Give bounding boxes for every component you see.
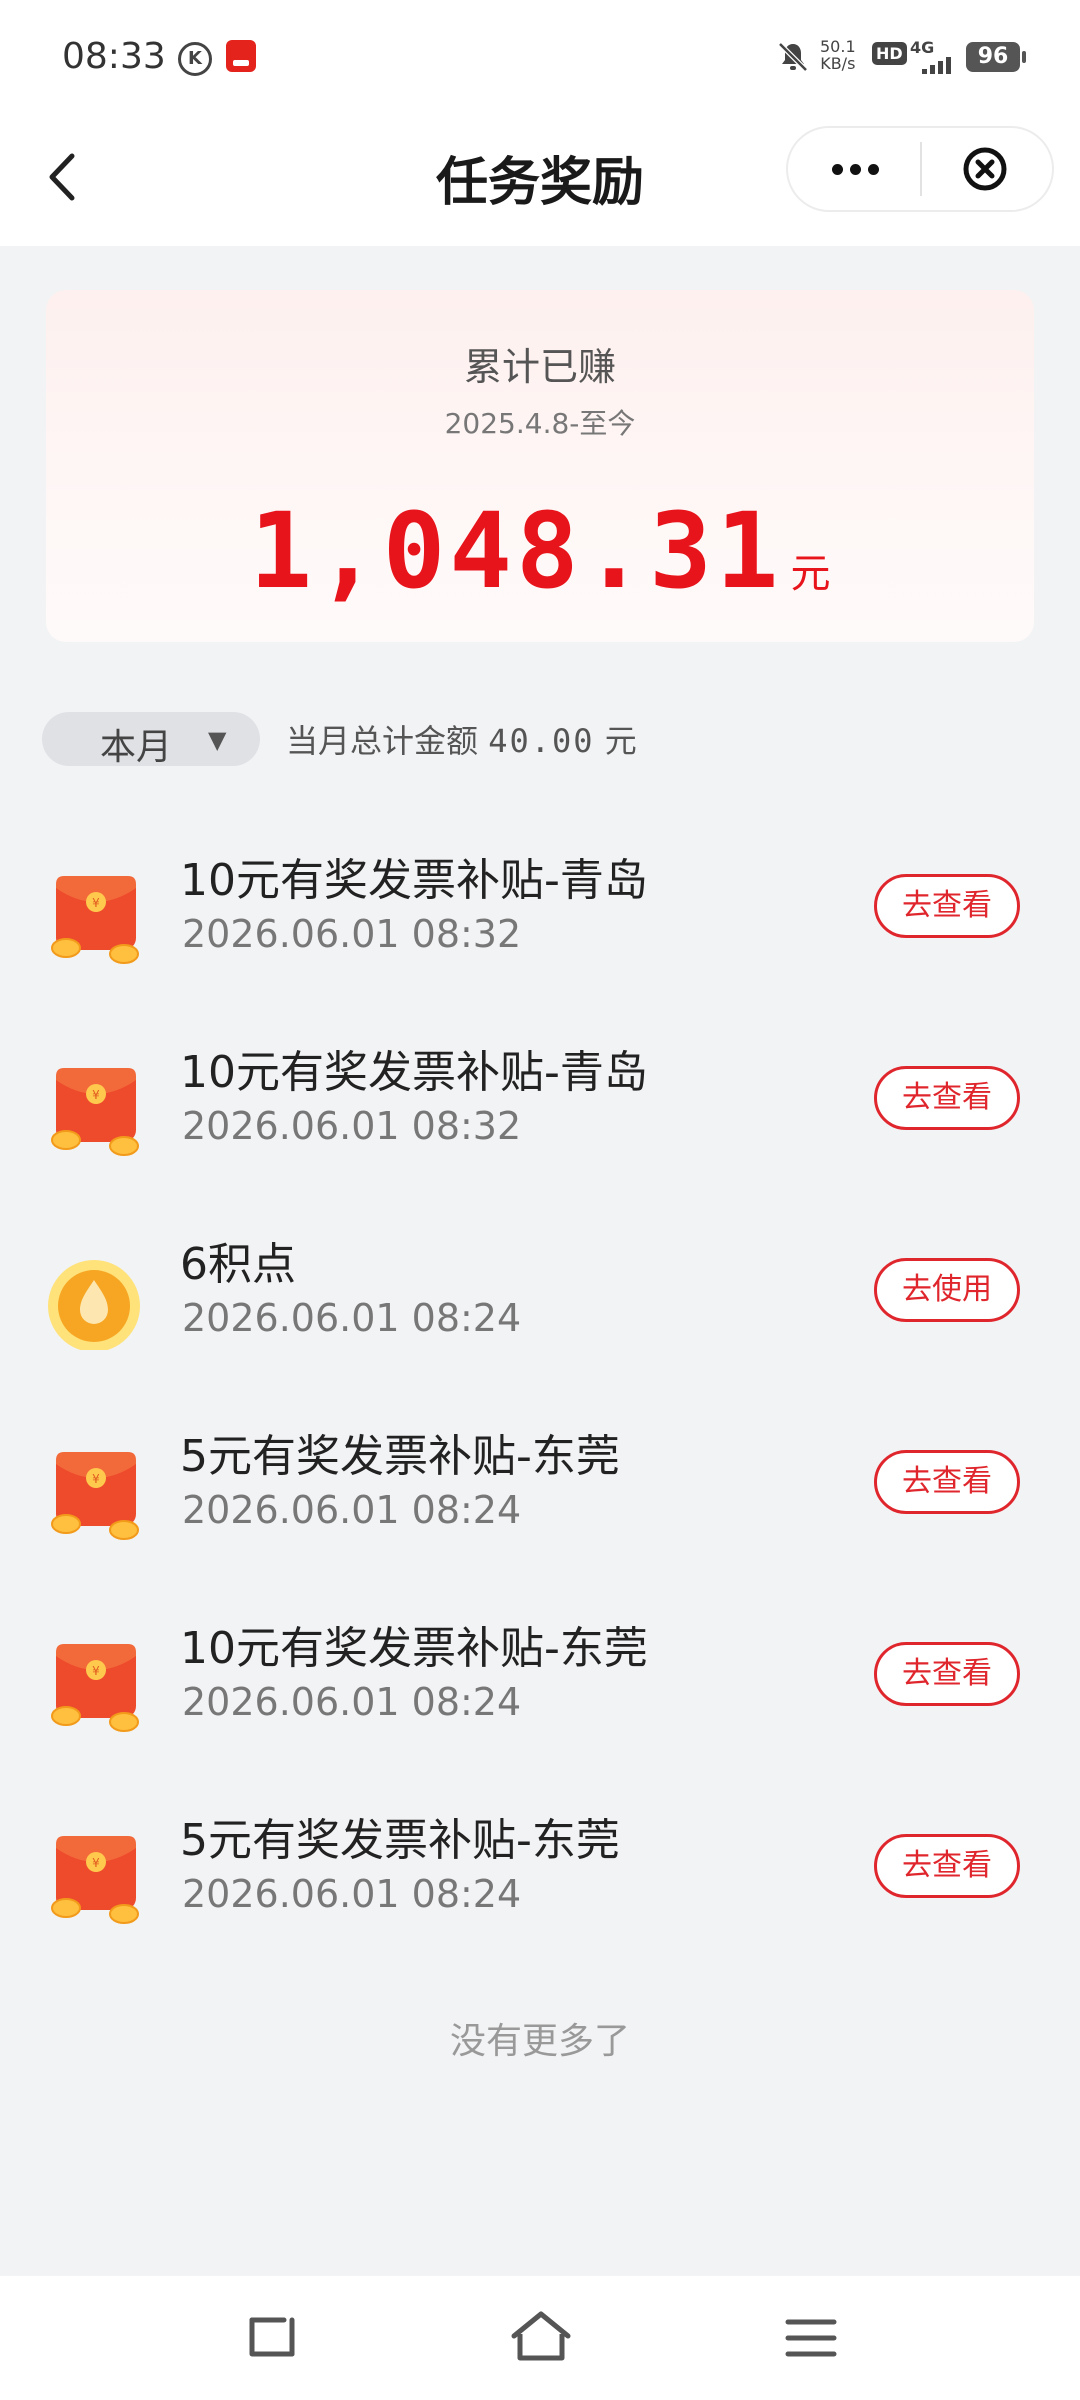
red-envelope-icon: ¥ <box>51 1068 139 1156</box>
list-item: ¥ 5元有奖发票补贴-东莞 2026.06.01 08:24 去查看 <box>0 1382 1080 1572</box>
reward-title: 6积点 <box>180 1239 296 1290</box>
summary-unit: 元 <box>790 551 831 597</box>
list-item: ¥ 10元有奖发票补贴-青岛 2026.06.01 08:32 去查看 <box>0 806 1080 996</box>
summary-label: 累计已赚 <box>463 345 616 389</box>
red-envelope-icon: ¥ <box>51 1452 139 1540</box>
svg-text:¥: ¥ <box>92 1088 100 1102</box>
hd-badge: HD <box>872 42 907 65</box>
signal-icon <box>914 54 958 74</box>
use-button[interactable]: 去使用 <box>874 1258 1020 1322</box>
red-envelope-icon: ¥ <box>51 876 139 964</box>
more-dot <box>850 164 861 175</box>
reward-time: 2026.06.01 08:24 <box>182 1872 522 1916</box>
reward-time: 2026.06.01 08:32 <box>182 1104 522 1148</box>
status-bar: 08:33 K 50.1 KB/s HD 4G 96 <box>0 0 1080 112</box>
view-button[interactable]: 去查看 <box>874 1450 1020 1514</box>
svg-text:¥: ¥ <box>92 1856 100 1870</box>
view-button[interactable]: 去查看 <box>874 874 1020 938</box>
red-envelope-icon: ¥ <box>51 1836 139 1924</box>
svg-text:¥: ¥ <box>92 896 100 910</box>
network-speed-unit: KB/s <box>820 54 856 73</box>
close-button[interactable] <box>922 128 1052 210</box>
reward-time: 2026.06.01 08:32 <box>182 912 522 956</box>
red-app-icon <box>226 40 256 72</box>
month-total: 当月总计金额 40.00 元 <box>286 716 637 762</box>
list-item: ¥ 5元有奖发票补贴-东莞 2026.06.01 08:24 去查看 <box>0 1766 1080 1956</box>
svg-text:¥: ¥ <box>92 1664 100 1678</box>
list-item: 6积点 2026.06.01 08:24 去使用 <box>0 1190 1080 1380</box>
reward-title: 10元有奖发票补贴-青岛 <box>180 1047 648 1098</box>
view-button[interactable]: 去查看 <box>874 1834 1020 1898</box>
status-time: 08:33 <box>62 36 166 77</box>
close-circle-icon <box>963 147 1007 191</box>
system-nav-bar <box>0 2276 1080 2400</box>
month-filter-label: 本月 <box>100 727 173 768</box>
reward-title: 5元有奖发票补贴-东莞 <box>180 1431 620 1482</box>
back-nav-icon <box>249 2317 295 2357</box>
reward-title: 5元有奖发票补贴-东莞 <box>180 1815 620 1866</box>
earnings-summary-card: 累计已赚 2025.4.8-至今 1,048.31 元 <box>46 290 1034 642</box>
month-total-prefix: 当月总计金额 <box>286 722 479 760</box>
list-item: ¥ 10元有奖发票补贴-青岛 2026.06.01 08:32 去查看 <box>0 998 1080 1188</box>
view-button[interactable]: 去查看 <box>874 1642 1020 1706</box>
reward-time: 2026.06.01 08:24 <box>182 1296 522 1340</box>
nav-bar: 任务奖励 <box>0 112 1080 246</box>
no-more-text: 没有更多了 <box>449 2021 630 2062</box>
bell-muted-icon <box>778 42 808 72</box>
system-home-button[interactable] <box>506 2306 576 2370</box>
points-drop-icon <box>48 1260 140 1350</box>
reward-time: 2026.06.01 08:24 <box>182 1488 522 1532</box>
menu-nav-icon <box>785 2319 837 2357</box>
reward-title: 10元有奖发票补贴-青岛 <box>180 855 648 906</box>
more-dot <box>868 164 879 175</box>
svg-text:¥: ¥ <box>92 1472 100 1486</box>
summary-period: 2025.4.8-至今 <box>444 407 636 440</box>
red-envelope-icon: ¥ <box>51 1644 139 1732</box>
mini-program-capsule <box>786 126 1054 212</box>
k-circle-icon: K <box>178 42 212 76</box>
month-filter-button[interactable]: 本月 ▼ <box>42 712 260 768</box>
more-dots-icon <box>832 164 843 175</box>
network-speed: 50.1 KB/s <box>820 38 856 72</box>
reward-time: 2026.06.01 08:24 <box>182 1680 522 1724</box>
list-item: ¥ 10元有奖发票补贴-东莞 2026.06.01 08:24 去查看 <box>0 1574 1080 1764</box>
month-total-unit: 元 <box>604 722 637 760</box>
home-nav-icon <box>511 2311 571 2361</box>
system-back-button[interactable] <box>236 2306 306 2370</box>
month-total-value: 40.00 <box>488 722 595 760</box>
more-button[interactable] <box>788 128 920 210</box>
view-button[interactable]: 去查看 <box>874 1066 1020 1130</box>
reward-title: 10元有奖发票补贴-东莞 <box>180 1623 648 1674</box>
summary-amount-row: 1,048.31 元 <box>46 490 1034 612</box>
network-speed-value: 50.1 <box>820 37 856 56</box>
system-menu-button[interactable] <box>776 2306 846 2370</box>
caret-down-icon: ▼ <box>208 726 227 754</box>
battery-icon: 96 <box>966 42 1026 72</box>
summary-amount: 1,048.31 <box>249 490 783 612</box>
